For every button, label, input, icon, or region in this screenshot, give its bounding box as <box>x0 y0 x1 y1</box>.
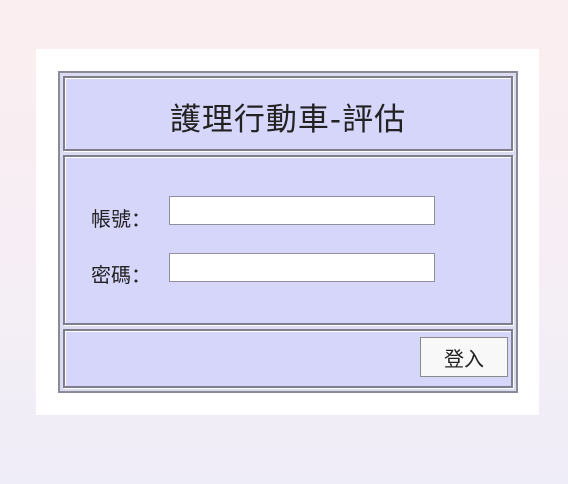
login-button[interactable]: 登入 <box>420 337 508 377</box>
footer-cell: 登入 <box>63 329 513 388</box>
login-form-frame: 護理行動車-評估 帳號： 密碼： 登入 <box>58 71 518 393</box>
password-label: 密碼： <box>91 263 151 287</box>
title-cell: 護理行動車-評估 <box>63 76 513 151</box>
password-input[interactable] <box>169 253 435 282</box>
page-title: 護理行動車-評估 <box>169 102 407 138</box>
account-label: 帳號： <box>91 207 151 231</box>
account-input[interactable] <box>169 196 435 225</box>
credentials-cell: 帳號： 密碼： <box>63 155 513 325</box>
